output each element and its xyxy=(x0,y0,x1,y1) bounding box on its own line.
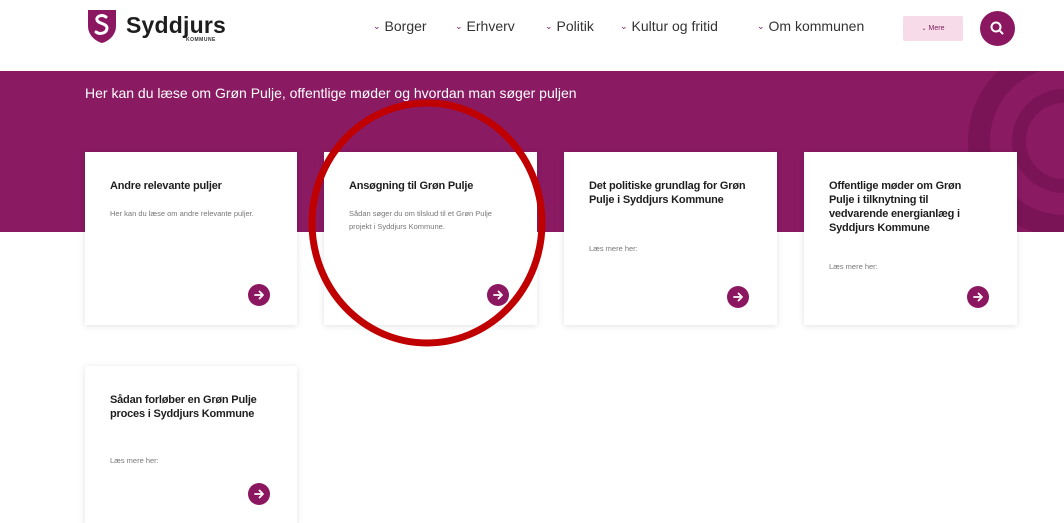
more-button-label: Mere xyxy=(928,25,945,32)
arrow-right-icon xyxy=(254,489,264,499)
card-title: Offentlige møder om Grøn Pulje i tilknyt… xyxy=(829,180,962,234)
nav-item-label: Erhverv xyxy=(466,18,515,34)
nav-item-label: Om kommunen xyxy=(768,18,865,34)
search-button[interactable] xyxy=(980,11,1015,46)
chevron-down-icon: ⌄ xyxy=(455,21,463,31)
card-andre-relevante-puljer[interactable]: Andre relevante puljer Her kan du læse o… xyxy=(85,152,297,325)
search-icon xyxy=(990,21,1004,35)
chevron-down-icon: ⌄ xyxy=(757,21,765,31)
card-description: Her kan du læse om andre relevante pulje… xyxy=(110,209,254,218)
chevron-down-icon: ⌄ xyxy=(921,26,927,32)
card-description: Læs mere her: xyxy=(589,244,638,253)
nav-item-om-kommunen[interactable]: ⌄ Om kommunen xyxy=(757,18,864,34)
card-title: Sådan forløber en Grøn Pulje proces i Sy… xyxy=(110,394,257,420)
logo-name: Syddjurs xyxy=(126,12,227,38)
nav-item-label: Borger xyxy=(384,18,427,34)
chevron-down-icon: ⌄ xyxy=(545,21,553,31)
arrow-right-icon xyxy=(493,290,503,300)
syddjurs-logo[interactable]: Syddjurs KOMMUNE xyxy=(84,8,244,48)
more-menu-button[interactable]: ⌄ Mere xyxy=(903,16,963,41)
card-det-politiske-grundlag[interactable]: Det politiske grundlag for Grøn Pulje i … xyxy=(564,152,777,325)
logo-subtitle: KOMMUNE xyxy=(186,37,216,43)
card-arrow-button[interactable] xyxy=(248,284,270,306)
hero-intro-text: Her kan du læse om Grøn Pulje, offentlig… xyxy=(85,85,577,101)
nav-item-kultur-og-fritid[interactable]: ⌄ Kultur og fritid xyxy=(620,18,718,34)
card-description: Læs mere her: xyxy=(110,456,159,465)
card-description: Læs mere her: xyxy=(829,262,878,271)
card-title: Ansøgning til Grøn Pulje xyxy=(349,180,474,192)
card-arrow-button[interactable] xyxy=(248,483,270,505)
card-arrow-button[interactable] xyxy=(727,286,749,308)
card-title: Det politiske grundlag for Grøn Pulje i … xyxy=(589,180,746,206)
card-offentlige-moder[interactable]: Offentlige møder om Grøn Pulje i tilknyt… xyxy=(804,152,1017,325)
chevron-down-icon: ⌄ xyxy=(620,21,628,31)
logo-mark-icon xyxy=(88,10,116,43)
nav-item-label: Kultur og fritid xyxy=(631,18,718,34)
card-arrow-button[interactable] xyxy=(487,284,509,306)
nav-item-borger[interactable]: ⌄ Borger xyxy=(373,18,427,34)
arrow-right-icon xyxy=(254,290,264,300)
chevron-down-icon: ⌄ xyxy=(373,21,381,31)
card-ansogning-til-gron-pulje[interactable]: Ansøgning til Grøn Pulje Sådan søger du … xyxy=(324,152,537,325)
nav-item-politik[interactable]: ⌄ Politik xyxy=(545,18,594,34)
nav-item-erhverv[interactable]: ⌄ Erhverv xyxy=(455,18,515,34)
card-sadan-forlober-en-gron-pulje-proces[interactable]: Sådan forløber en Grøn Pulje proces i Sy… xyxy=(85,366,297,523)
arrow-right-icon xyxy=(973,292,983,302)
nav-item-label: Politik xyxy=(556,18,594,34)
card-arrow-button[interactable] xyxy=(967,286,989,308)
arrow-right-icon xyxy=(733,292,743,302)
card-description: Sådan søger du om tilskud til et Grøn Pu… xyxy=(349,209,492,231)
card-title: Andre relevante puljer xyxy=(110,180,222,192)
site-header: Syddjurs KOMMUNE ⌄ Borger ⌄ Erhverv ⌄ Polit… xyxy=(0,0,1064,70)
